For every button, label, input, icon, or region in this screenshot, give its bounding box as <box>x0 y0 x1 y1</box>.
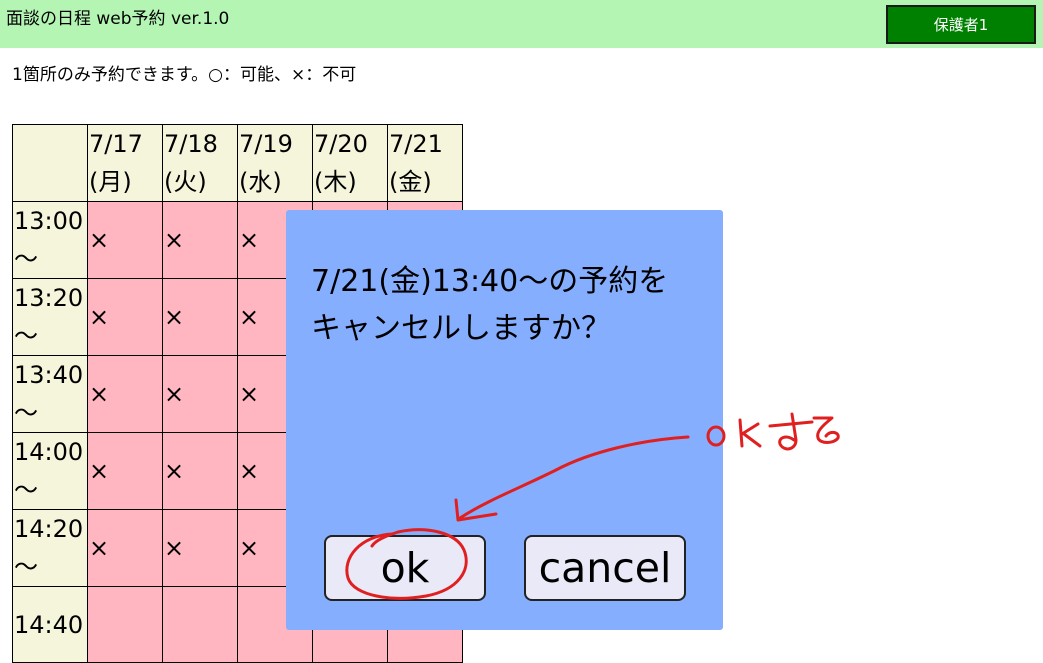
time-label-cell: 14:20 ～ <box>12 509 88 587</box>
time-tilde: ～ <box>14 322 38 350</box>
time-label-cell: 14:00 ～ <box>12 432 88 510</box>
annotation-note-okする <box>706 412 840 451</box>
weekday-label: (火) <box>164 168 207 196</box>
slot-cell[interactable]: × <box>87 432 163 510</box>
time-label-cell: 13:00 ～ <box>12 201 88 279</box>
slot-cell[interactable]: × <box>87 278 163 356</box>
table-corner <box>12 124 88 202</box>
date-label: 7/21 <box>389 130 443 158</box>
slot-cell[interactable]: × <box>162 509 238 587</box>
slot-cell[interactable]: × <box>162 278 238 356</box>
date-label: 7/20 <box>314 130 368 158</box>
slot-cell[interactable] <box>162 586 238 663</box>
time-label-cell: 14:40 <box>12 586 88 663</box>
date-column-header: 7/17 (月) <box>87 124 163 202</box>
time-tilde: ～ <box>14 553 38 581</box>
booking-notice: 1箇所のみ予約できます。○：可能、×：不可 <box>12 65 357 85</box>
time-label: 13:40 <box>14 361 84 389</box>
slot-cell[interactable]: × <box>87 509 163 587</box>
time-tilde: ～ <box>14 245 38 273</box>
slot-cell[interactable]: × <box>87 201 163 279</box>
cancel-confirm-dialog: 7/21(金)13:40～の予約を キャンセルしますか？ ok cancel <box>286 210 723 630</box>
app-header: 面談の日程 web予約 ver.1.0 保護者1 <box>0 0 1043 48</box>
date-column-header: 7/18 (火) <box>162 124 238 202</box>
dialog-message-line1: 7/21(金)13:40～の予約を <box>311 264 669 299</box>
date-label: 7/17 <box>89 130 143 158</box>
weekday-label: (月) <box>89 168 132 196</box>
date-label: 7/19 <box>239 130 293 158</box>
date-column-header: 7/21 (金) <box>387 124 463 202</box>
app-title: 面談の日程 web予約 ver.1.0 <box>6 9 230 29</box>
time-tilde: ～ <box>14 476 38 504</box>
cancel-button[interactable]: cancel <box>524 535 686 601</box>
time-label: 13:20 <box>14 284 84 312</box>
weekday-label: (金) <box>389 168 432 196</box>
weekday-label: (木) <box>314 168 357 196</box>
slot-cell[interactable]: × <box>87 355 163 433</box>
ok-button[interactable]: ok <box>324 535 486 601</box>
date-column-header: 7/20 (木) <box>312 124 388 202</box>
date-column-header: 7/19 (水) <box>237 124 313 202</box>
dialog-message: 7/21(金)13:40～の予約を キャンセルしますか？ <box>311 258 711 352</box>
time-label: 14:20 <box>14 515 84 543</box>
date-label: 7/18 <box>164 130 218 158</box>
slot-cell[interactable]: × <box>162 432 238 510</box>
slot-cell[interactable]: × <box>162 355 238 433</box>
slot-cell[interactable] <box>87 586 163 663</box>
time-label: 14:00 <box>14 438 84 466</box>
time-label: 14:40 <box>14 610 84 639</box>
time-label: 13:00 <box>14 207 84 235</box>
time-tilde: ～ <box>14 399 38 427</box>
time-label-cell: 13:20 ～ <box>12 278 88 356</box>
slot-cell[interactable]: × <box>162 201 238 279</box>
weekday-label: (水) <box>239 168 282 196</box>
date-header-row: 7/17 (月) 7/18 (火) 7/19 (水) 7/20 (木) 7/21 (金) <box>12 124 463 202</box>
user-button[interactable]: 保護者1 <box>886 5 1036 44</box>
time-label-cell: 13:40 ～ <box>12 355 88 433</box>
dialog-message-line2: キャンセルしますか？ <box>311 311 611 346</box>
